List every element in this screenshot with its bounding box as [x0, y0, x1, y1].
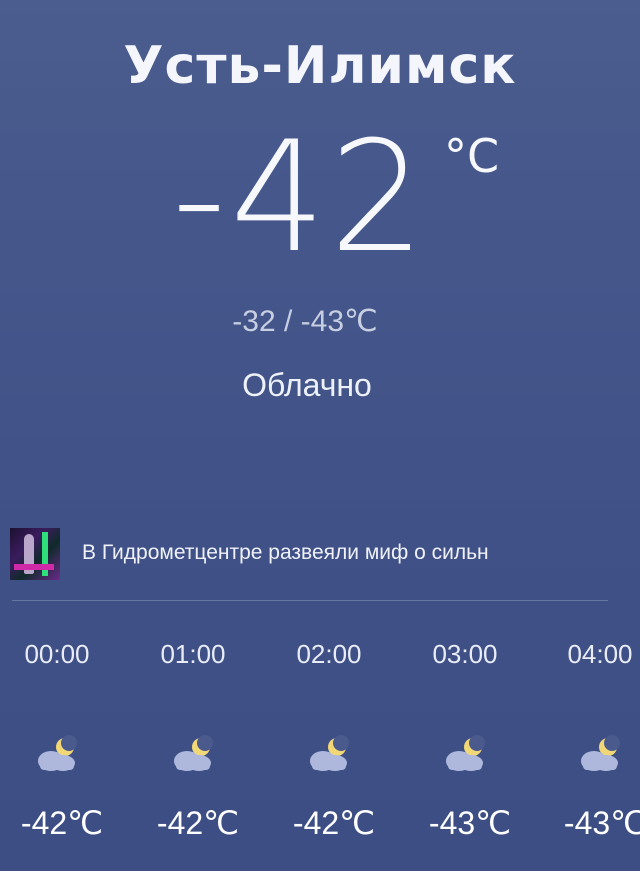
divider: [12, 600, 608, 601]
cloud-moon-icon: [174, 735, 213, 771]
hour-temperature: -42℃: [156, 805, 240, 841]
current-temperature: -42 °C: [172, 109, 532, 287]
cloud-moon-icon: [310, 735, 349, 771]
hour-time: 01:00: [160, 639, 226, 669]
cloud-moon-icon: [38, 735, 77, 771]
news-thumbnail: [10, 528, 60, 580]
cloud-moon-icon: [581, 735, 620, 771]
hourly-item[interactable]: 00:00 -42℃: [2, 636, 112, 856]
temperature-unit: °C: [444, 129, 500, 183]
hour-time: 04:00: [567, 639, 633, 669]
hourly-item[interactable]: 03:00 -43℃: [410, 636, 520, 856]
hour-temperature: -42℃: [292, 805, 376, 841]
city-name: Усть-Илимск: [123, 36, 517, 96]
temperature-value: -42: [172, 109, 429, 287]
temperature-range: -32 / -43℃: [232, 305, 378, 338]
hour-time: 00:00: [24, 639, 90, 669]
hourly-item[interactable]: 01:00 -42℃: [138, 636, 248, 856]
cloud-moon-icon: [446, 735, 485, 771]
hour-time: 02:00: [296, 639, 362, 669]
news-item[interactable]: В Гидрометцентре развеяли миф о сильн: [10, 528, 640, 580]
hour-temperature: -42℃: [20, 805, 104, 841]
news-headline[interactable]: В Гидрометцентре развеяли миф о сильн: [82, 538, 489, 568]
weather-condition: Облачно: [242, 367, 372, 403]
hourly-item[interactable]: 02:00 -42℃: [274, 636, 384, 856]
hour-time: 03:00: [432, 639, 498, 669]
hourly-item[interactable]: 04:00 -43℃: [545, 636, 640, 856]
hour-temperature: -43℃: [428, 805, 512, 841]
hour-temperature: -43℃: [563, 805, 640, 841]
